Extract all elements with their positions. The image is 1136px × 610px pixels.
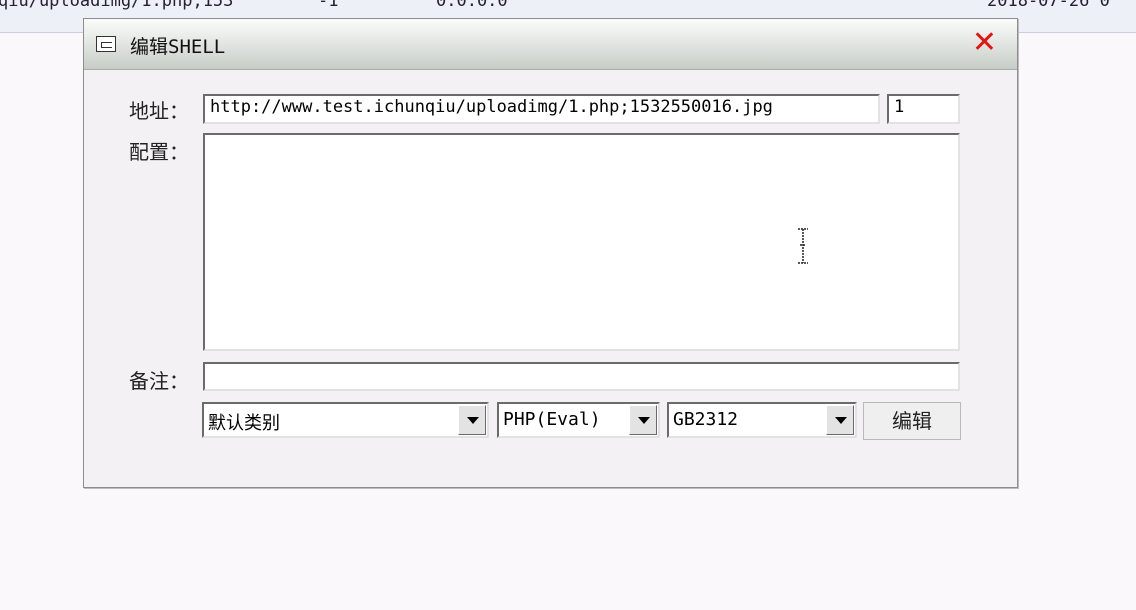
edit-submit-button[interactable]: 编辑 xyxy=(863,402,961,440)
type-select[interactable]: PHP(Eval) xyxy=(497,402,660,438)
window-icon xyxy=(96,36,116,52)
password-input[interactable]: 1 xyxy=(887,94,960,124)
row-id: -1 xyxy=(318,0,339,11)
address-label: 地址： xyxy=(129,99,189,123)
encoding-select[interactable]: GB2312 xyxy=(667,402,857,438)
chevron-down-icon[interactable] xyxy=(826,405,854,435)
note-label: 备注： xyxy=(129,369,189,393)
note-input[interactable] xyxy=(203,362,960,391)
chevron-down-icon[interactable] xyxy=(458,405,486,435)
dialog-titlebar[interactable]: 编辑SHELL ✕ xyxy=(84,19,1017,70)
address-input[interactable]: http://www.test.ichunqiu/uploadimg/1.php… xyxy=(203,94,880,124)
row-ip: 0.0.0.0 xyxy=(436,0,508,11)
row-date: 2018-07-26 0 xyxy=(987,0,1110,11)
row-path: qiu/uploadimg/1.php;153 xyxy=(0,0,234,11)
type-select-value: PHP(Eval) xyxy=(503,409,601,430)
edit-shell-dialog: 编辑SHELL ✕ 地址： http://www.test.ichunqiu/u… xyxy=(83,18,1018,488)
text-cursor-icon xyxy=(798,228,808,264)
config-textarea[interactable] xyxy=(203,133,960,351)
encoding-select-value: GB2312 xyxy=(673,409,739,430)
config-label: 配置： xyxy=(129,140,189,164)
category-select[interactable]: 默认类别 xyxy=(202,402,489,438)
category-select-value: 默认类别 xyxy=(208,413,280,434)
chevron-down-icon[interactable] xyxy=(629,405,657,435)
dialog-title: 编辑SHELL xyxy=(130,36,226,58)
close-icon[interactable]: ✕ xyxy=(972,26,997,60)
